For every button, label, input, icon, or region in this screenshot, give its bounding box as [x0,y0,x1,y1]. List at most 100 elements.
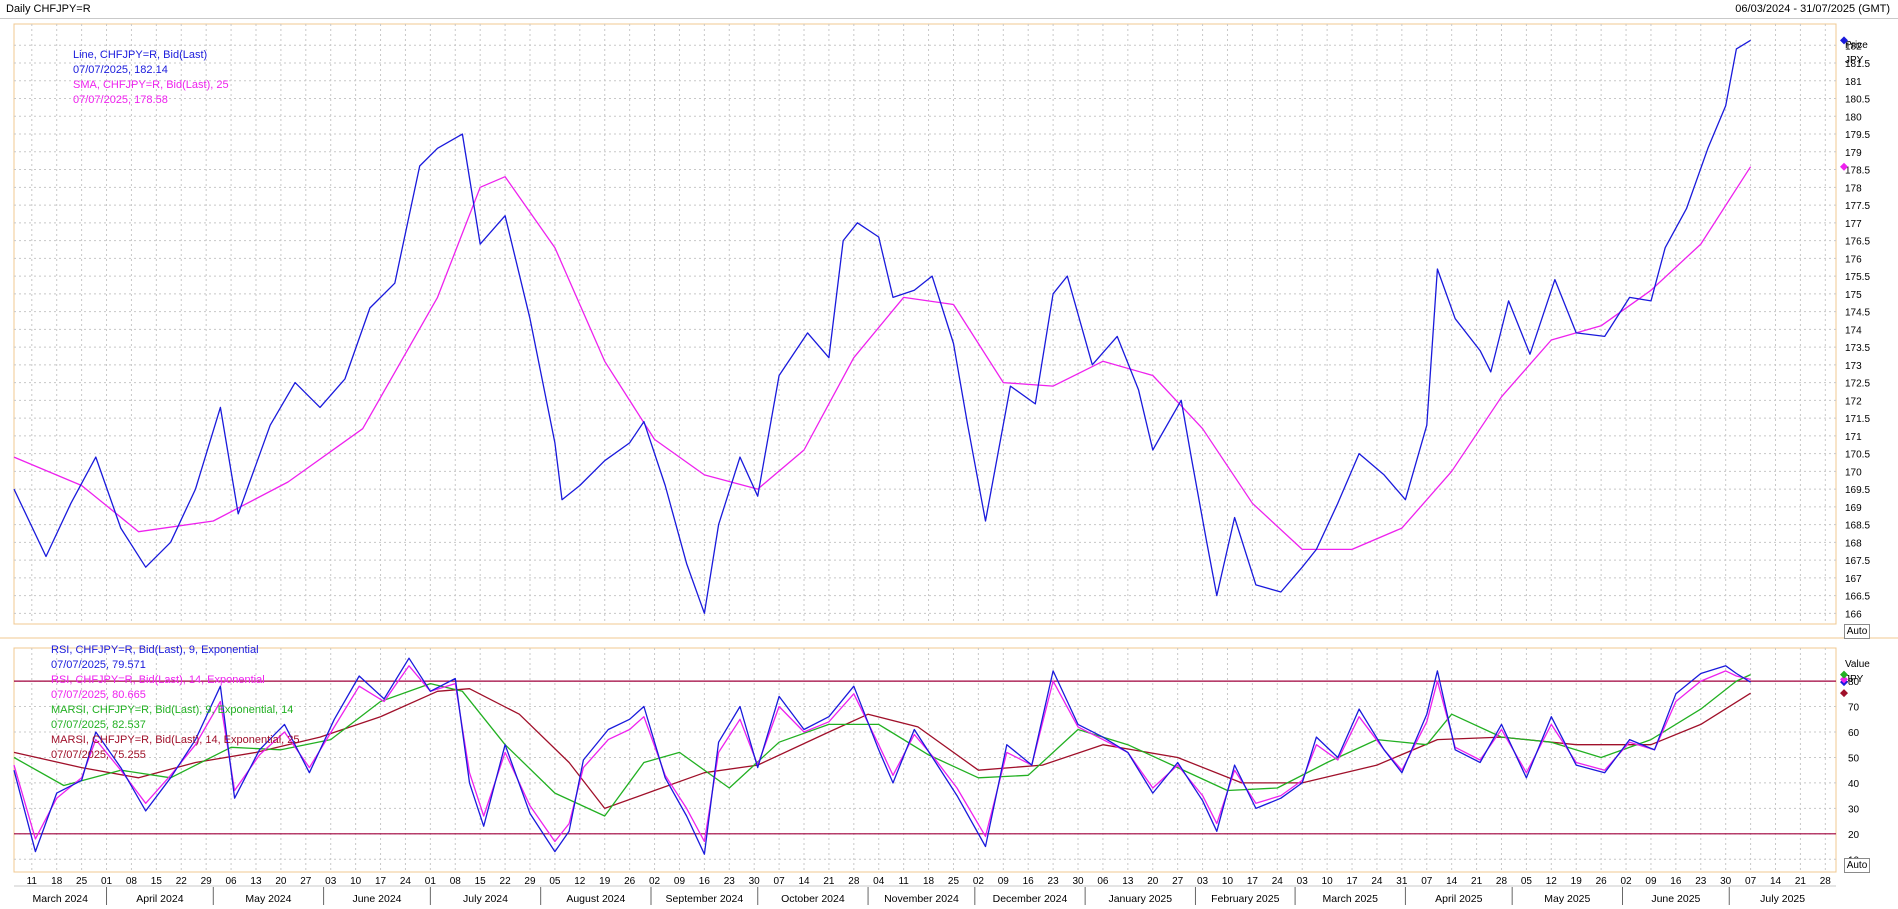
x-month-label: May 2024 [245,893,291,905]
price-tick-label: 175 [1845,290,1862,301]
x-tick-label: 10 [1222,876,1234,887]
price-tick-label: 173 [1845,361,1862,372]
x-month-label: July 2025 [1760,893,1805,905]
price-tick-label: 180 [1845,112,1862,123]
x-tick-label: 23 [1048,876,1060,887]
x-tick-label: 18 [923,876,935,887]
x-tick-label: 05 [1521,876,1533,887]
x-tick-label: 24 [1371,876,1383,887]
price-tick-label: 168 [1845,538,1862,549]
legend-entry: 07/07/2025, 80.665 [51,689,146,701]
price-auto-button[interactable]: Auto [1844,624,1870,639]
legend-entry: Line, CHFJPY=R, Bid(Last) [73,49,208,61]
legend-entry: 07/07/2025, 82.537 [51,719,146,731]
x-tick-label: 28 [1820,876,1832,887]
value-tick-label: 70 [1848,703,1860,714]
x-month-label: December 2024 [993,893,1068,905]
x-month-label: January 2025 [1108,893,1172,905]
date-range: 06/03/2024 - 31/07/2025 (GMT) [1735,3,1890,15]
x-tick-label: 03 [1197,876,1209,887]
x-tick-label: 29 [201,876,213,887]
x-tick-label: 16 [1670,876,1682,887]
x-tick-label: 16 [1023,876,1035,887]
legend-entry: MARSI, CHFJPY=R, Bid(Last), 9, Exponenti… [51,704,294,716]
x-tick-label: 25 [76,876,88,887]
price-tick-label: 181 [1845,77,1862,88]
price-legend: Line, CHFJPY=R, Bid(Last) 07/07/2025, 182… [73,48,229,108]
price-tick-label: 178.5 [1845,166,1870,177]
x-tick-label: 15 [475,876,487,887]
x-month-label: February 2025 [1211,893,1279,905]
x-tick-label: 09 [998,876,1010,887]
x-month-label: May 2025 [1544,893,1590,905]
price-tick-label: 167.5 [1845,556,1870,567]
price-panel [13,23,1837,625]
x-tick-label: 08 [126,876,138,887]
x-month-label: June 2024 [352,893,401,905]
value-tick-label: 40 [1848,779,1860,790]
price-tick-label: 177.5 [1845,201,1870,212]
price-tick-label: 179 [1845,148,1862,159]
x-tick-label: 22 [176,876,188,887]
x-tick-label: 10 [350,876,362,887]
x-tick-label: 28 [1496,876,1508,887]
value-auto-button[interactable]: Auto [1844,858,1870,873]
x-tick-label: 26 [1596,876,1608,887]
legend-entry: RSI, CHFJPY=R, Bid(Last), 9, Exponential [51,644,259,656]
x-tick-label: 13 [250,876,262,887]
x-tick-label: 10 [1322,876,1334,887]
value-tick-label: 60 [1848,728,1860,739]
price-tick-label: 174.5 [1845,308,1870,319]
x-tick-label: 21 [1471,876,1483,887]
x-tick-label: 14 [798,876,810,887]
x-month-label: April 2024 [136,893,183,905]
x-tick-label: 07 [1745,876,1757,887]
x-tick-label: 27 [300,876,312,887]
legend-entry: 07/07/2025, 182.14 [73,64,168,76]
indicator-last-marker [1840,689,1848,698]
x-month-label: August 2024 [566,893,625,905]
value-axis: 1020304050607080ValueJPY [1845,659,1870,866]
x-tick-label: 07 [774,876,786,887]
x-tick-label: 08 [450,876,462,887]
price-tick-label: 174 [1845,325,1862,336]
x-tick-label: 09 [674,876,686,887]
x-tick-label: 02 [1620,876,1632,887]
x-tick-label: 30 [1720,876,1732,887]
x-tick-label: 27 [1172,876,1184,887]
x-tick-label: 15 [151,876,163,887]
x-tick-label: 12 [1546,876,1558,887]
x-tick-label: 21 [823,876,835,887]
x-tick-label: 17 [1247,876,1259,887]
legend-entry: 07/07/2025, 79.571 [51,659,146,671]
price-tick-label: 168.5 [1845,521,1870,532]
x-tick-label: 19 [1571,876,1583,887]
x-tick-label: 22 [500,876,512,887]
x-month-label: October 2024 [781,893,845,905]
x-tick-label: 02 [973,876,985,887]
x-tick-label: 04 [873,876,885,887]
chart-area[interactable]: 166 166.5 167 167.5 168 168.5 169 169.5 170 170.5… [0,19,1898,909]
x-tick-label: 30 [1072,876,1084,887]
legend-entry: RSI, CHFJPY=R, Bid(Last), 14, Exponentia… [51,674,265,686]
x-tick-label: 03 [325,876,337,887]
legend-entry: SMA, CHFJPY=R, Bid(Last), 25 [73,79,229,91]
price-axis-label: Price [1845,40,1868,51]
x-tick-label: 06 [1097,876,1109,887]
x-month-label: March 2025 [1323,893,1379,905]
x-tick-label: 29 [524,876,536,887]
legend-entry: 07/07/2025, 178.58 [73,94,168,106]
price-tick-label: 171.5 [1845,414,1870,425]
price-tick-label: 177 [1845,219,1862,230]
x-tick-label: 14 [1770,876,1782,887]
price-tick-label: 166 [1845,609,1862,620]
x-month-label: July 2024 [463,893,508,905]
indicator-legend: RSI, CHFJPY=R, Bid(Last), 9, Exponential… [51,643,300,763]
x-tick-label: 17 [1346,876,1358,887]
price-tick-label: 178 [1845,183,1862,194]
price-tick-label: 167 [1845,574,1862,585]
x-month-label: November 2024 [884,893,959,905]
x-tick-label: 07 [1421,876,1433,887]
price-tick-label: 170 [1845,467,1862,478]
x-tick-label: 06 [226,876,238,887]
